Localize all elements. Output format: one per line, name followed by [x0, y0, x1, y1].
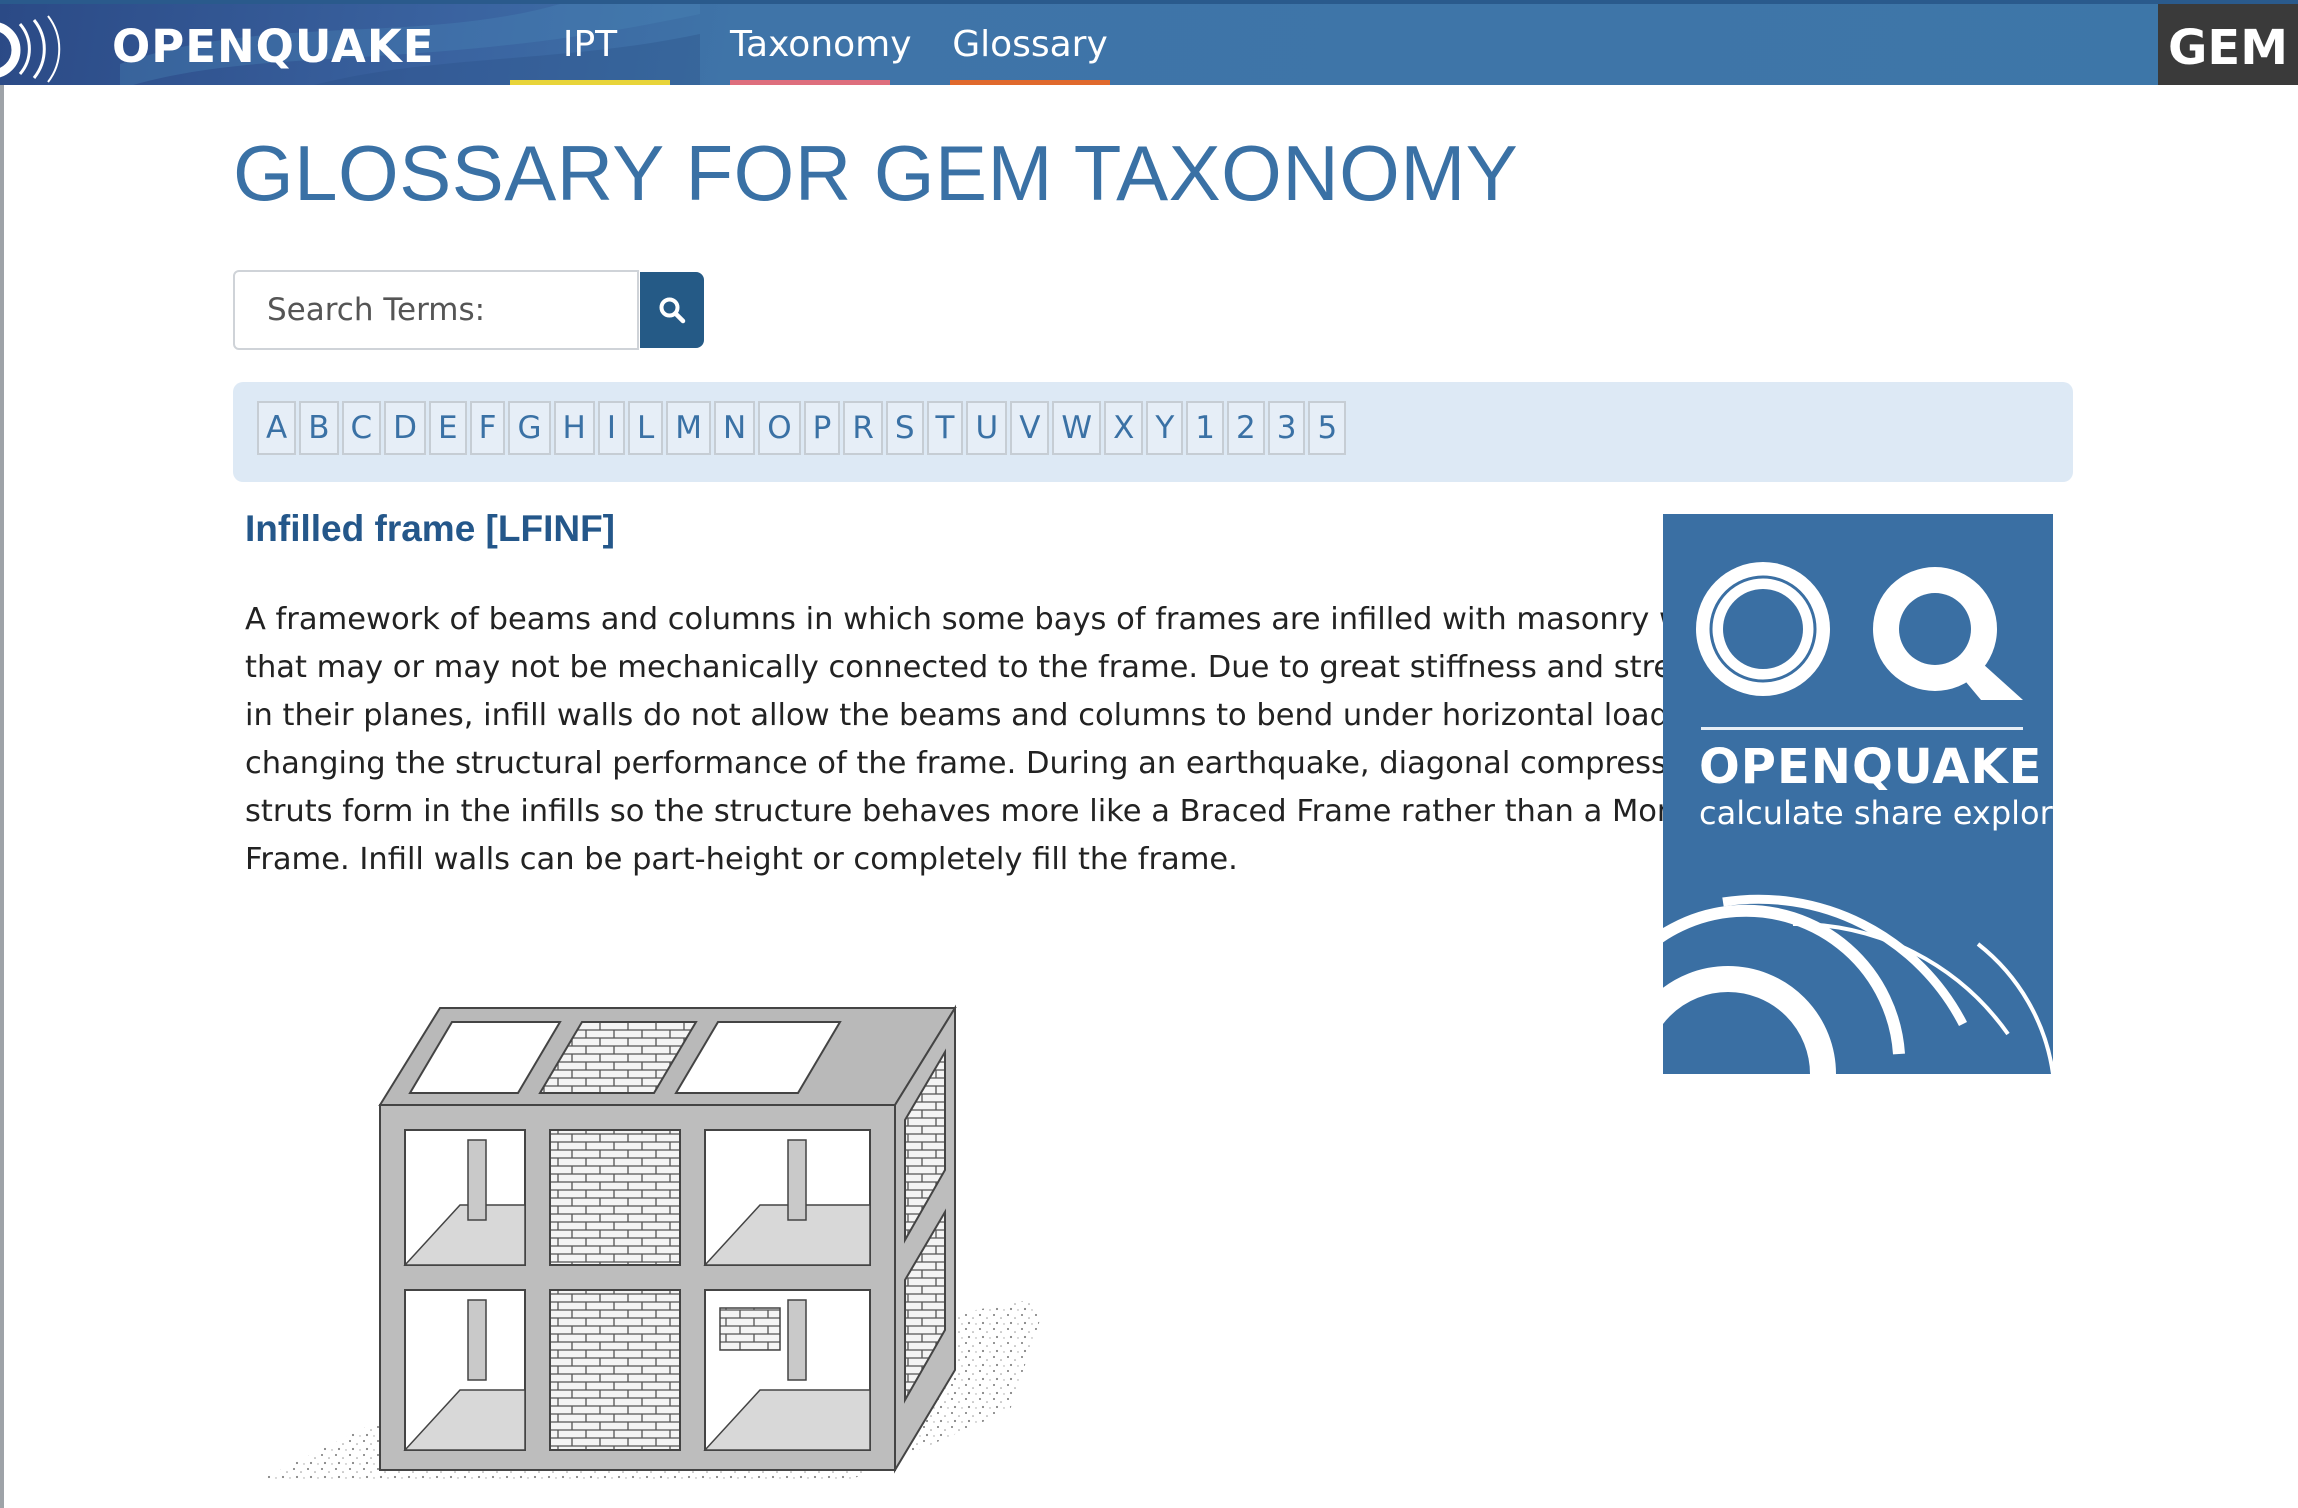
alphabet-letter[interactable]: L: [627, 401, 664, 455]
definition-line: that may or may not be mechanically conn…: [245, 650, 1743, 685]
alphabet-letter[interactable]: 3: [1267, 401, 1306, 455]
alphabet-letter[interactable]: N: [714, 401, 756, 455]
alphabet-index: ABCDEFGHILMNOPRSTUVWXY1235: [233, 382, 2073, 482]
nav-ipt-label: IPT: [562, 24, 618, 65]
alphabet-letter[interactable]: F: [469, 401, 506, 455]
alphabet-letter[interactable]: Y: [1146, 401, 1184, 455]
page-edge: [0, 85, 4, 1508]
nav-taxonomy[interactable]: Taxonomy: [730, 4, 912, 85]
alphabet-letter[interactable]: X: [1104, 401, 1144, 455]
definition-line: Frame. Infill walls can be part-height o…: [245, 842, 1238, 877]
alphabet-letter[interactable]: C: [341, 401, 382, 455]
page-title: GLOSSARY FOR GEM TAXONOMY: [233, 129, 1519, 217]
top-navbar: OPENQUAKE IPT Taxonomy Glossary GEM: [0, 0, 2298, 85]
brand-name[interactable]: OPENQUAKE: [112, 22, 434, 72]
definition-line: in their planes, infill walls do not all…: [245, 698, 1726, 733]
nav-glossary-underline: [950, 80, 1110, 85]
nav-taxonomy-underline: [730, 80, 890, 85]
alphabet-letter[interactable]: D: [384, 401, 427, 455]
alphabet-letter[interactable]: P: [803, 401, 841, 455]
alphabet-letter[interactable]: O: [758, 401, 801, 455]
alphabet-letter[interactable]: A: [257, 401, 297, 455]
openquake-waves-icon[interactable]: [0, 4, 100, 85]
alphabet-letter[interactable]: 5: [1308, 401, 1347, 455]
alphabet-list: ABCDEFGHILMNOPRSTUVWXY1235: [257, 401, 1347, 455]
entry-title: Infilled frame [LFINF]: [245, 508, 615, 549]
alphabet-letter[interactable]: S: [885, 401, 924, 455]
nav-glossary[interactable]: Glossary: [950, 4, 1110, 85]
definition-line: A framework of beams and columns in whic…: [245, 602, 1736, 637]
entry-definition: A framework of beams and columns in whic…: [245, 596, 1743, 884]
alphabet-letter[interactable]: 2: [1226, 401, 1265, 455]
alphabet-letter[interactable]: H: [553, 401, 595, 455]
alphabet-letter[interactable]: E: [429, 401, 467, 455]
search-icon: [659, 297, 686, 324]
alphabet-letter[interactable]: 1: [1186, 401, 1224, 455]
search-input[interactable]: [233, 270, 639, 350]
search-button[interactable]: [640, 272, 704, 348]
logo-tagline: calculate share explore: [1699, 794, 2053, 832]
alphabet-letter[interactable]: G: [508, 401, 551, 455]
infilled-frame-illustration: [260, 1004, 1040, 1480]
definition-line: changing the structural performance of t…: [245, 746, 1714, 781]
nav-taxonomy-label: Taxonomy: [730, 24, 912, 65]
alphabet-letter[interactable]: W: [1052, 401, 1102, 455]
nav-ipt-underline: [510, 80, 670, 85]
logo-divider: [1701, 727, 2023, 730]
alphabet-letter[interactable]: T: [926, 401, 964, 455]
gem-logo[interactable]: GEM: [2158, 4, 2298, 85]
logo-wordmark: OPENQUAKE: [1699, 739, 2043, 795]
alphabet-letter[interactable]: B: [299, 401, 339, 455]
alphabet-letter[interactable]: U: [966, 401, 1008, 455]
alphabet-letter[interactable]: I: [597, 401, 625, 455]
alphabet-letter[interactable]: V: [1010, 401, 1050, 455]
alphabet-letter[interactable]: M: [666, 401, 711, 455]
definition-line: struts form in the infills so the struct…: [245, 794, 1737, 829]
alphabet-letter[interactable]: R: [843, 401, 883, 455]
nav-glossary-label: Glossary: [952, 24, 1108, 65]
nav-ipt[interactable]: IPT: [510, 4, 670, 85]
openquake-logo-panel[interactable]: OPENQUAKE calculate share explore: [1663, 514, 2053, 1074]
